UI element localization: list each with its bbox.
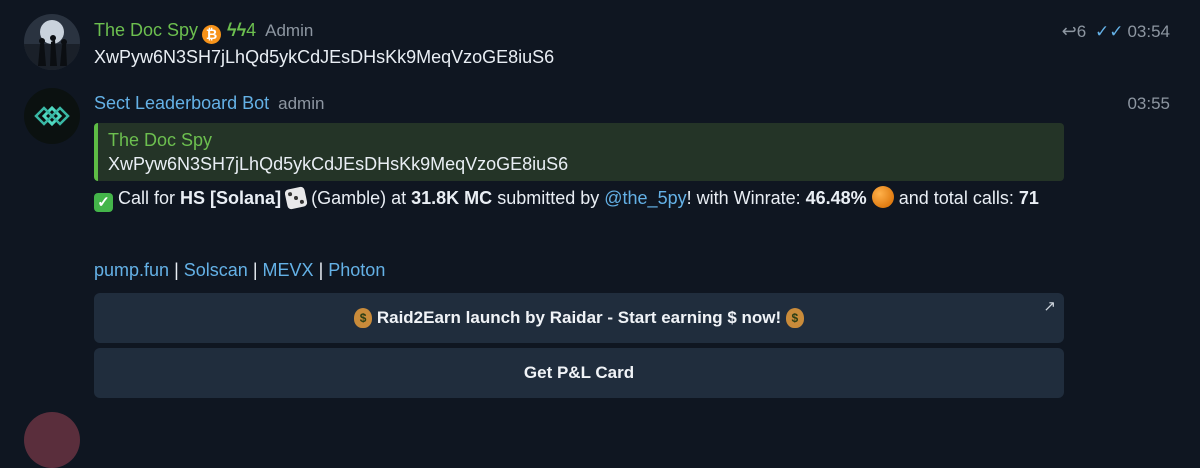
- winrate-label: ! with Winrate:: [686, 188, 801, 208]
- message-text: XwPyw6N3SH7jLhQd5ykCdJEsDHsKk9MeqVzoGE8i…: [94, 47, 555, 67]
- user-avatar[interactable]: [24, 14, 80, 70]
- solscan-link[interactable]: Solscan: [184, 260, 248, 280]
- sender-line: Sect Leaderboard Bot admin: [94, 93, 324, 114]
- double-check-icon: ✓✓: [1094, 22, 1124, 41]
- money-bag-icon: [354, 308, 373, 328]
- winrate-value: 46.48%: [805, 188, 867, 208]
- mevx-link[interactable]: MEVX: [263, 260, 314, 280]
- quoted-reply[interactable]: The Doc Spy XwPyw6N3SH7jLhQd5ykCdJEsDHsK…: [94, 123, 1064, 181]
- raid2earn-button[interactable]: Raid2Earn launch by Raidar - Start earni…: [94, 293, 1064, 343]
- role-badge: admin: [278, 94, 325, 113]
- sender-name[interactable]: Sect Leaderboard Bot: [94, 93, 269, 113]
- market-cap: 31.8K MC: [411, 188, 493, 208]
- orange-circle-icon: [871, 186, 894, 208]
- pnl-card-button[interactable]: Get P&L Card: [94, 348, 1064, 398]
- quoted-sender: The Doc Spy: [108, 130, 213, 150]
- next-message-avatar[interactable]: [24, 412, 80, 468]
- total-calls-value: 71: [1018, 188, 1039, 208]
- pumpfun-link[interactable]: pump.fun: [94, 260, 169, 280]
- raid2earn-button-label: Raid2Earn launch by Raidar - Start earni…: [376, 308, 782, 327]
- bot-logo-icon: [24, 88, 80, 144]
- money-bag-icon: [785, 308, 804, 328]
- submitted-by-text: submitted by: [497, 188, 600, 208]
- boost-icon: ϟϟ: [227, 20, 247, 40]
- reply-icon: ↩: [1061, 21, 1077, 41]
- reply-count[interactable]: 6: [1077, 22, 1086, 41]
- link-separator: |: [318, 260, 324, 280]
- link-separator: |: [174, 260, 179, 280]
- total-calls-label: total calls:: [933, 188, 1014, 208]
- check-mark-icon: ✓: [94, 193, 113, 212]
- link-row: pump.fun | Solscan | MEVX | Photon: [94, 260, 385, 281]
- and-text: and: [898, 188, 929, 208]
- boost-count: 4: [246, 20, 257, 40]
- avatar-image: [24, 14, 80, 70]
- message-meta: ↩6 ✓✓ 03:54: [1062, 21, 1170, 42]
- message-time: 03:54: [1127, 22, 1170, 41]
- gamble-text: (Gamble) at: [311, 188, 407, 208]
- pnl-card-button-label: Get P&L Card: [523, 363, 635, 382]
- sender-line: The Doc Spy ₿ ϟϟ4 Admin: [94, 20, 313, 44]
- token-name: HS [Solana]: [180, 188, 282, 208]
- sender-name[interactable]: The Doc Spy: [94, 20, 198, 40]
- quoted-text: XwPyw6N3SH7jLhQd5ykCdJEsDHsKk9MeqVzoGE8i…: [108, 154, 569, 174]
- bitcoin-icon: ₿: [202, 25, 222, 44]
- user-mention-link[interactable]: @the_5py: [604, 188, 686, 208]
- call-text: ✓ Call for HS [Solana] (Gamble) at 31.8K…: [94, 186, 1074, 212]
- link-separator: |: [252, 260, 258, 280]
- bot-avatar[interactable]: [24, 88, 80, 144]
- photon-link[interactable]: Photon: [328, 260, 385, 280]
- message-time: 03:55: [1127, 94, 1170, 113]
- role-badge: Admin: [265, 21, 314, 40]
- dice-icon: [284, 186, 308, 210]
- external-link-icon: ↗: [1043, 298, 1056, 315]
- call-prefix: Call for: [118, 188, 176, 208]
